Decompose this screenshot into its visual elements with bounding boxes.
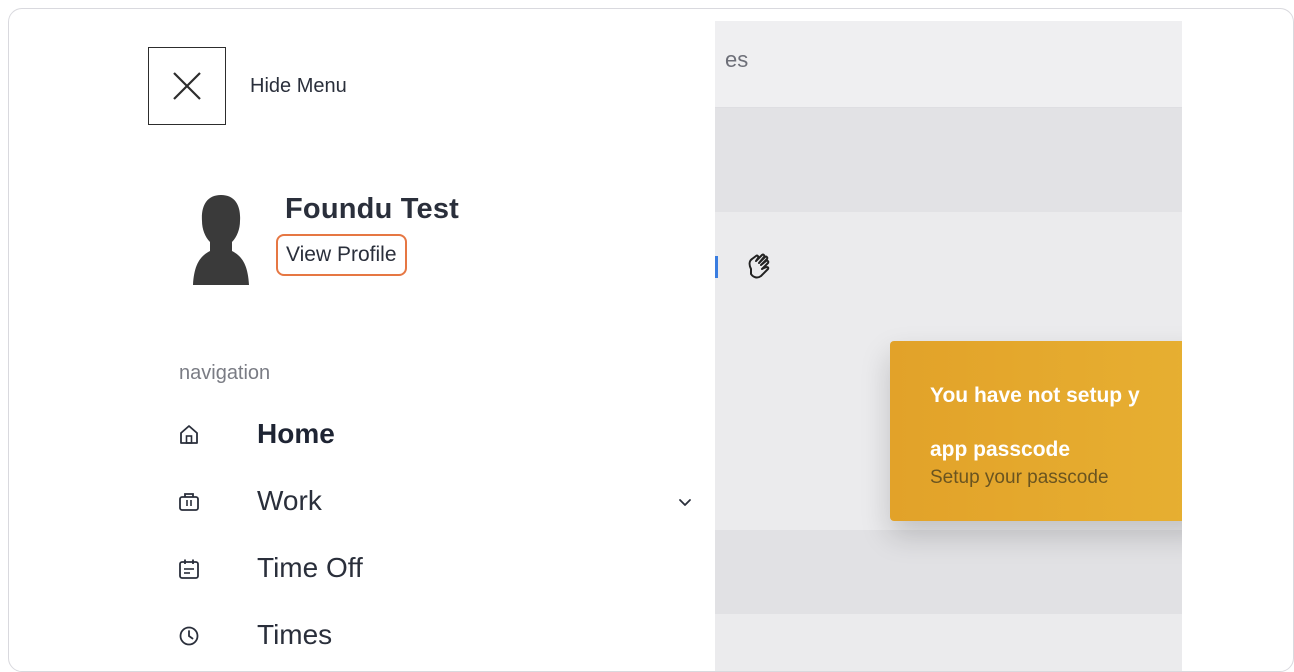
avatar [193,195,249,285]
sidebar-item-label: Time Off [257,552,363,583]
content-band [715,530,1182,614]
page-header-text: es [725,47,749,72]
briefcase-icon [179,493,199,511]
sidebar-item-time-off[interactable]: Time Off [176,544,716,594]
close-icon [173,72,201,100]
clock-icon [179,626,199,646]
sidebar-item-label: Times [257,619,333,650]
home-icon [180,425,198,444]
calendar-icon [179,559,199,579]
greeting-name-fragment [715,256,718,278]
sidebar-item-home[interactable]: Home [176,410,716,460]
passcode-notice[interactable]: You have not setup y app passcode Setup … [890,341,1182,521]
passcode-notice-title: You have not setup y app passcode [930,369,1182,477]
sidebar-item-label: Home [257,418,335,449]
waving-hand-icon [748,253,770,279]
sidebar-item-label: Work [257,485,322,516]
nav-section-heading: navigation [179,362,271,384]
profile-name: Foundu Test [285,193,460,225]
side-menu: Hide Menu Foundu Test View Profile navig… [18,18,716,671]
sidebar-item-work[interactable]: Work [176,477,716,527]
chevron-down-icon[interactable] [676,493,694,511]
hide-menu-button[interactable] [148,47,226,125]
bottom-area [715,614,1182,671]
background-page: es You have not setup y app passcode Set… [715,21,1182,671]
page-header: es [715,21,1182,108]
greeting-band [715,108,1182,212]
passcode-notice-title-line1: You have not setup y [930,384,1140,407]
passcode-notice-subtitle: Setup your passcode [930,467,1109,488]
screenshot-frame: es You have not setup y app passcode Set… [8,8,1294,672]
hide-menu-label[interactable]: Hide Menu [250,75,347,98]
view-profile-link[interactable]: View Profile [276,234,407,276]
sidebar-item-times[interactable]: Times [176,611,716,661]
